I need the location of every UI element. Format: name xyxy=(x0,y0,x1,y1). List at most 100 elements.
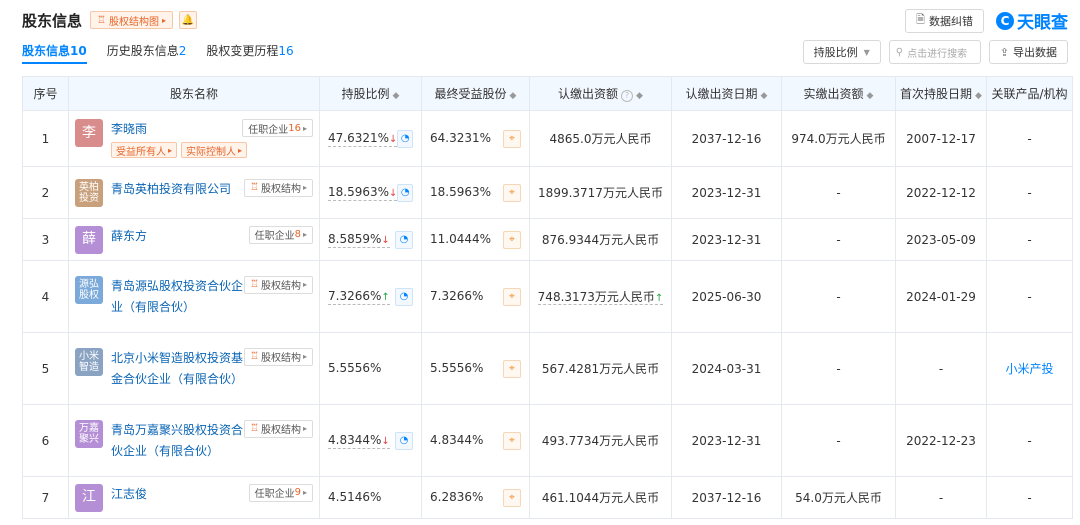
sub-date-value: 2024-03-31 xyxy=(671,332,782,405)
chevron-right-icon: ▸ xyxy=(302,183,307,192)
shareholder-name-link[interactable]: 青岛源弘股权投资合伙企业（有限合伙） xyxy=(111,276,244,318)
avatar: 英柏投资 xyxy=(75,178,103,207)
sub-date-value: 2023-12-31 xyxy=(671,166,782,219)
shareholder-detail-pill[interactable]: ♖ 股权结构 ▸ xyxy=(244,347,313,366)
shareholder-name-link[interactable]: 李晓雨 xyxy=(111,119,147,140)
row-no: 3 xyxy=(22,218,69,261)
tab-history-shareholders[interactable]: 历史股东信息2 xyxy=(107,42,187,64)
help-icon[interactable]: ? xyxy=(621,90,634,102)
paid-value: - xyxy=(781,332,896,405)
first-date-value: 2022-12-12 xyxy=(895,166,987,219)
chevron-right-icon: ▸ xyxy=(302,488,307,497)
logo-mark-icon: C xyxy=(996,11,1014,30)
shareholder-name-link[interactable]: 江志俊 xyxy=(111,484,147,505)
pie-chart-icon[interactable]: ◔ xyxy=(397,183,413,202)
shareholder-detail-pill[interactable]: ♖ 股权结构 ▸ xyxy=(244,419,313,438)
col-no: 序号 xyxy=(22,76,69,111)
shareholder-detail-pill[interactable]: 任职企业 16 ▸ xyxy=(242,119,313,137)
tab-shareholders[interactable]: 股东信息10 xyxy=(22,42,87,64)
col-subscribed[interactable]: 认缴出资额? ◆ xyxy=(529,76,672,111)
sort-icon: ◆ xyxy=(866,91,874,101)
sub-date-value: 2023-12-31 xyxy=(671,404,782,477)
avatar: 源弘股权 xyxy=(75,275,103,304)
final-share-value: 7.3266% xyxy=(430,289,484,303)
ratio-sort-select[interactable]: 持股比例 ▼ xyxy=(802,40,881,64)
col-related: 关联产品/机构 xyxy=(986,76,1073,111)
col-first-date[interactable]: 首次持股日期 ◆ xyxy=(895,76,987,111)
chevron-right-icon: ▸ xyxy=(161,15,166,25)
sort-icon: ◆ xyxy=(509,91,517,101)
shareholder-detail-pill[interactable]: ♖ 股权结构 ▸ xyxy=(244,178,313,197)
target-icon[interactable]: ⌖ xyxy=(503,488,521,507)
sub-date-value: 2023-12-31 xyxy=(671,218,782,261)
target-icon[interactable]: ⌖ xyxy=(503,431,521,450)
table-row: 2 英柏投资 青岛英柏投资有限公司 ♖ 股权结构 ▸ 18.5963%↓ ◔ 18.5963% ⌖… xyxy=(22,166,1073,219)
target-icon[interactable]: ⌖ xyxy=(503,230,521,249)
shareholder-detail-pill[interactable]: 任职企业 8 ▸ xyxy=(248,225,313,244)
role-badge[interactable]: 受益所有人 ▸ xyxy=(111,142,178,158)
col-sub-date[interactable]: 认缴出资日期 ◆ xyxy=(671,76,782,111)
target-icon[interactable]: ⌖ xyxy=(503,129,521,148)
table-row: 5 小米智造 北京小米智造股权投资基金合伙企业（有限合伙） ♖ 股权结构 ▸ 5.5556%… xyxy=(22,332,1073,405)
trend-up-icon: ↑ xyxy=(654,293,664,304)
avatar: 江 xyxy=(75,483,103,512)
shareholder-name-link[interactable]: 薛东方 xyxy=(111,226,147,247)
equity-chart-button[interactable]: ♖ 股权结构图 ▸ xyxy=(90,11,173,29)
ratio-value: 5.5556% xyxy=(328,361,382,375)
pie-chart-icon[interactable]: ◔ xyxy=(395,287,413,306)
org-chart-icon: ♖ xyxy=(250,279,259,290)
search-icon: ⚲ xyxy=(895,46,904,58)
avatar: 薛 xyxy=(75,225,103,254)
first-date-value: 2024-01-29 xyxy=(895,260,987,333)
related-org[interactable]: 小米产投 xyxy=(986,332,1073,405)
first-date-value: 2007-12-17 xyxy=(895,110,987,167)
avatar: 李 xyxy=(75,119,103,147)
ratio-value: 8.5859%↓ xyxy=(328,231,390,248)
first-date-value: - xyxy=(895,476,987,519)
pie-chart-icon[interactable]: ◔ xyxy=(397,129,413,148)
avatar: 小米智造 xyxy=(75,347,103,376)
subscribed-value: 567.4281万元人民币 xyxy=(529,332,672,405)
target-icon[interactable]: ⌖ xyxy=(503,287,521,306)
shareholder-name-link[interactable]: 青岛万嘉聚兴股权投资合伙企业（有限合伙） xyxy=(111,420,244,462)
target-icon[interactable]: ⌖ xyxy=(503,359,521,378)
chevron-right-icon: ▸ xyxy=(302,352,307,361)
ratio-value: 7.3266%↑ xyxy=(328,288,390,305)
org-chart-icon: ♖ xyxy=(250,351,259,362)
col-final[interactable]: 最终受益股份 ◆ xyxy=(421,76,530,111)
paid-value: - xyxy=(781,166,896,219)
document-icon: 🗎 xyxy=(916,13,925,26)
sub-date-value: 2037-12-16 xyxy=(671,476,782,519)
tab-equity-changes[interactable]: 股权变更历程16 xyxy=(206,42,293,64)
final-share-value: 4.8344% xyxy=(430,433,484,447)
chevron-right-icon: ▸ xyxy=(302,123,307,133)
pie-chart-icon[interactable]: ◔ xyxy=(395,230,413,249)
pie-chart-icon[interactable]: ◔ xyxy=(395,431,413,450)
table-header-row: 序号 股东名称 持股比例 ◆ 最终受益股份 ◆ 认缴出资额? ◆ 认缴出资日期 ◆ 实缴… xyxy=(22,76,1073,111)
shareholder-name-link[interactable]: 北京小米智造股权投资基金合伙企业（有限合伙） xyxy=(111,348,244,390)
role-badge[interactable]: 实际控制人 ▸ xyxy=(181,142,248,158)
bell-icon[interactable]: 🔔 xyxy=(179,11,197,29)
col-ratio[interactable]: 持股比例 ◆ xyxy=(319,76,422,111)
sort-icon: ◆ xyxy=(760,91,768,101)
subscribed-value: 748.3173万元人民币↑ xyxy=(529,260,672,333)
export-button[interactable]: ⇪ 导出数据 xyxy=(988,40,1068,64)
row-no: 5 xyxy=(22,332,69,405)
first-date-value: - xyxy=(895,332,987,405)
paid-value: 974.0万元人民币 xyxy=(781,110,896,167)
subscribed-value: 1899.3717万元人民币 xyxy=(529,166,672,219)
org-chart-icon: ♖ xyxy=(250,182,259,193)
search-input[interactable]: ⚲ 点击进行搜索 xyxy=(888,40,981,64)
col-paid[interactable]: 实缴出资额 ◆ xyxy=(781,76,896,111)
shareholder-detail-pill[interactable]: 任职企业 9 ▸ xyxy=(248,483,313,502)
data-error-button[interactable]: 🗎 数据纠错 xyxy=(905,8,984,33)
shareholder-name-link[interactable]: 青岛英柏投资有限公司 xyxy=(111,179,231,200)
row-no: 1 xyxy=(22,110,69,167)
ratio-value: 4.8344%↓ xyxy=(328,432,390,449)
sub-date-value: 2025-06-30 xyxy=(671,260,782,333)
shareholder-detail-pill[interactable]: ♖ 股权结构 ▸ xyxy=(244,275,313,294)
col-name: 股东名称 xyxy=(68,76,320,111)
row-no: 6 xyxy=(22,404,69,477)
trend-down-icon: ↓ xyxy=(389,187,398,199)
target-icon[interactable]: ⌖ xyxy=(503,183,521,202)
